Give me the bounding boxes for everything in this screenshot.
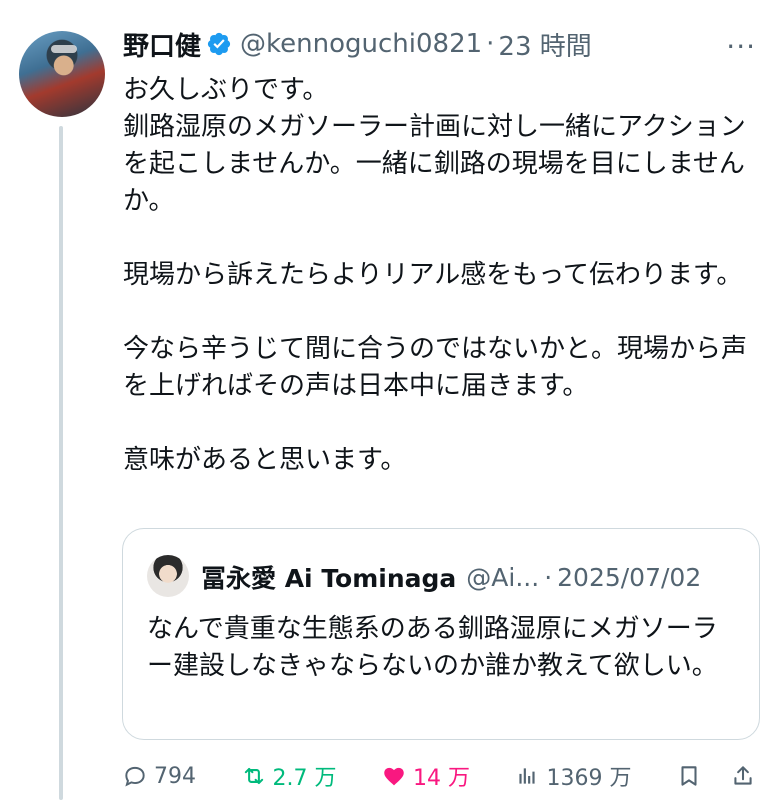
reply-icon <box>125 766 145 787</box>
reply-count: 794 <box>154 763 196 789</box>
more-icon[interactable]: ··· <box>726 30 756 63</box>
tweet-header: 野口健 @kennoguchi0821 · 23 時間 <box>123 22 592 66</box>
tweet-paragraph: 現場から訴えたらよりリアル感をもって伝わります。 <box>123 260 743 290</box>
tweet-paragraph: お久しぶりです。 釧路湿原のメガソーラー計画に対し一緒にアクションを起こしません… <box>123 75 746 216</box>
thread-line <box>59 126 63 800</box>
like-icon <box>384 767 404 786</box>
reply-button[interactable]: 794 <box>122 763 196 789</box>
author-handle[interactable]: @kennoguchi0821 <box>240 29 482 59</box>
like-count: 14 万 <box>412 766 470 791</box>
views-icon <box>519 768 536 784</box>
timestamp[interactable]: 23 時間 <box>498 26 591 63</box>
quoted-tweet[interactable]: 冨永愛 Ai Tominaga @Ai... · 2025/07/02 なんで貴… <box>122 528 760 740</box>
quote-header: 冨永愛 Ai Tominaga @Ai... · 2025/07/02 <box>201 557 701 597</box>
quote-author-handle: @Ai... <box>466 562 540 592</box>
views-count: 1369 万 <box>546 766 632 791</box>
action-bar: 794 2.7 万 14 万 1369 万 <box>122 756 762 796</box>
tweet-body: お久しぶりです。 釧路湿原のメガソーラー計画に対し一緒にアクションを起こしません… <box>123 72 748 479</box>
action-bar-right <box>676 763 762 789</box>
retweet-button[interactable]: 2.7 万 <box>241 760 337 792</box>
bookmark-icon <box>681 766 697 786</box>
verified-badge-icon <box>207 32 231 56</box>
tweet-paragraph: 意味があると思います。 <box>123 445 407 475</box>
avatar[interactable] <box>19 31 105 117</box>
tweet-paragraph: 今なら辛うじて間に合うのではないかと。現場から声を上げればその声は日本中に届きま… <box>123 334 748 401</box>
share-icon <box>734 766 752 785</box>
quote-text: なんで貴重な生態系のある釧路湿原にメガソーラー建設しなきゃならないのか誰か教えて… <box>147 614 718 681</box>
bookmark-button[interactable] <box>676 763 708 789</box>
quote-date: 2025/07/02 <box>557 562 702 592</box>
separator-dot: · <box>544 562 553 592</box>
retweet-icon <box>244 767 263 785</box>
share-button[interactable] <box>730 763 762 789</box>
author-name[interactable]: 野口健 <box>123 26 201 63</box>
quote-author-name: 冨永愛 Ai Tominaga <box>201 564 457 593</box>
retweet-count: 2.7 万 <box>272 766 337 791</box>
views-button[interactable]: 1369 万 <box>514 760 631 792</box>
separator-dot: · <box>486 29 495 59</box>
like-button[interactable]: 14 万 <box>381 760 470 792</box>
quote-avatar <box>147 555 189 597</box>
